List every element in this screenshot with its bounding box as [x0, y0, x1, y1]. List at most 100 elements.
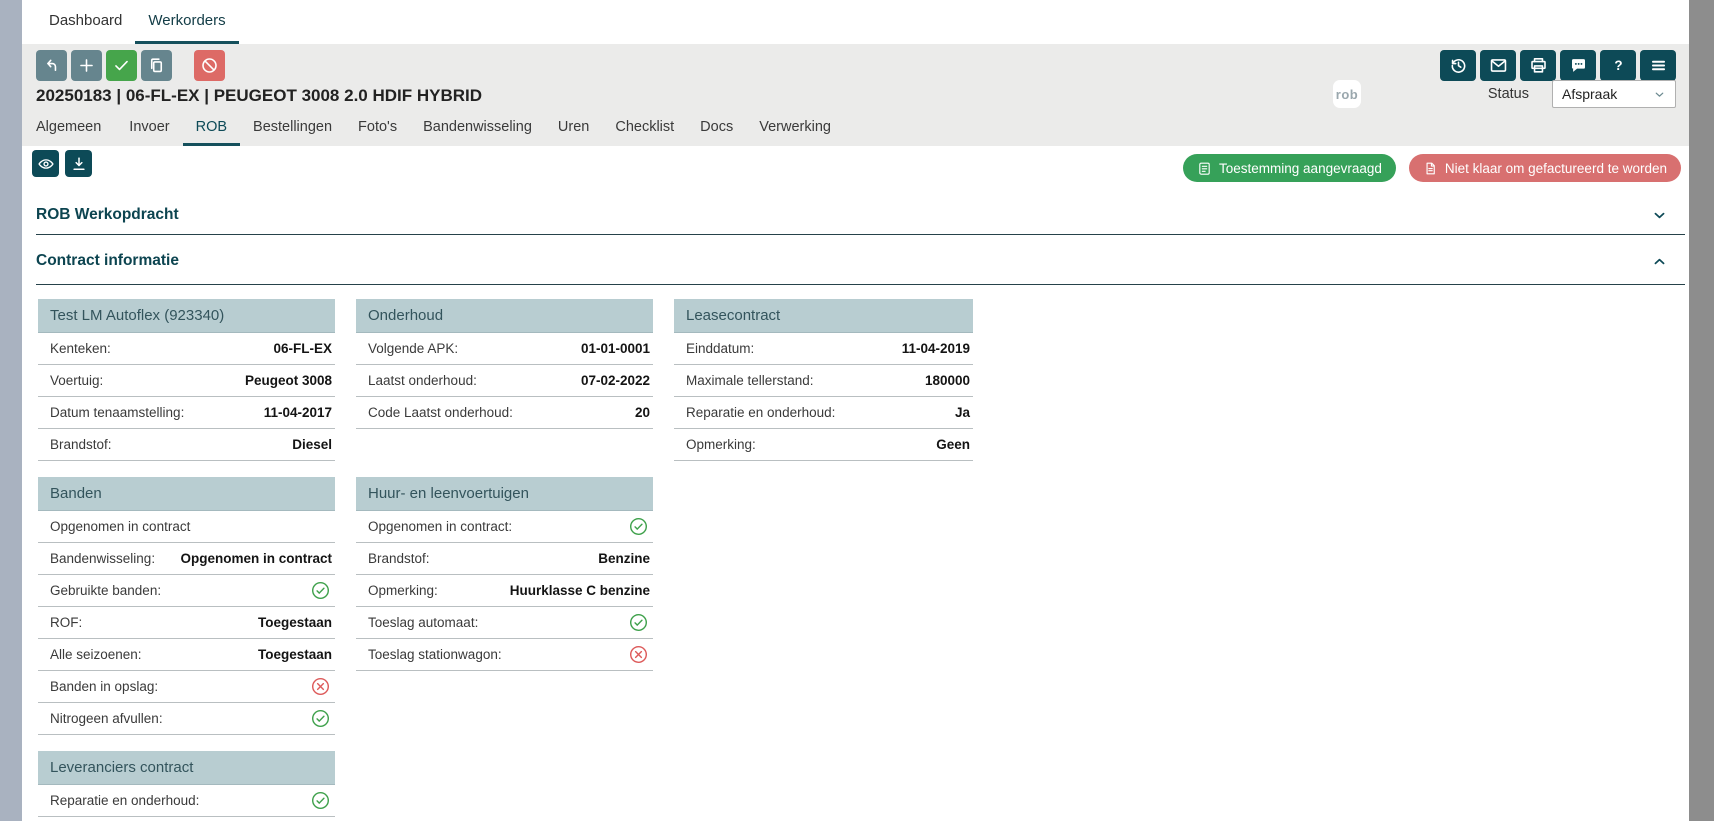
row-label: Volgende APK:	[368, 341, 458, 356]
check-circle-icon	[629, 517, 648, 536]
pill-toestemming-aangevraagd[interactable]: Toestemming aangevraagd	[1183, 154, 1396, 182]
page-title: 20250183 | 06-FL-EX | PEUGEOT 3008 2.0 H…	[36, 86, 482, 106]
cards-grid: Test LM Autoflex (923340) Kenteken: 06-FL-…	[38, 299, 1689, 817]
section-title: Contract informatie	[36, 252, 179, 270]
tab-bandenwisseling[interactable]: Bandenwisseling	[410, 119, 545, 146]
download-icon	[70, 155, 88, 173]
row-value: Geen	[936, 437, 970, 452]
row-label: Banden in opslag:	[50, 679, 158, 694]
add-button[interactable]	[71, 50, 102, 81]
tab-foto-s[interactable]: Foto's	[345, 119, 410, 146]
section-header-contract-informatie[interactable]: Contract informatie	[22, 235, 1689, 284]
card-banden: BandenOpgenomen in contract Bandenwisseli…	[38, 477, 335, 735]
row-value: Huurklasse C benzine	[510, 583, 650, 598]
chevron-down-icon[interactable]	[1652, 208, 1667, 223]
row-label: Bandenwisseling:	[50, 551, 155, 566]
chat-button[interactable]	[1560, 50, 1596, 81]
row-label: Kenteken:	[50, 341, 111, 356]
pill-label: Toestemming aangevraagd	[1219, 161, 1382, 176]
help-button[interactable]: ?	[1600, 50, 1636, 81]
card-title: Leveranciers contract	[38, 751, 335, 785]
cross-circle-icon	[311, 677, 330, 696]
cancel-icon	[200, 56, 219, 75]
eye-button[interactable]	[32, 150, 59, 177]
card-row: Reparatie en onderhoud:Ja	[674, 397, 973, 429]
detail-tabs: AlgemeenInvoerROBBestellingenFoto'sBande…	[36, 119, 844, 146]
main-area: DashboardWerkorders ? 20250183 | 06-FL-E…	[22, 0, 1689, 821]
back-button[interactable]	[36, 50, 67, 81]
row-label: Code Laatst onderhoud:	[368, 405, 513, 420]
row-value: 11-04-2019	[902, 341, 970, 356]
status-select[interactable]: Afspraak	[1552, 80, 1676, 108]
row-value: Benzine	[598, 551, 650, 566]
tab-rob[interactable]: ROB	[183, 119, 240, 146]
print-button[interactable]	[1520, 50, 1556, 81]
icon-buttons	[32, 150, 92, 177]
row-label: Alle seizoenen:	[50, 647, 142, 662]
card-title: Leasecontract	[674, 299, 973, 333]
tab-algemeen[interactable]: Algemeen	[36, 119, 116, 146]
tab-invoer[interactable]: Invoer	[116, 119, 182, 146]
print-icon	[1529, 56, 1548, 75]
history-icon	[1449, 56, 1468, 75]
card-leasecontract: LeasecontractEinddatum:11-04-2019Maximal…	[674, 299, 973, 461]
document-icon	[1423, 161, 1438, 176]
chat-icon	[1569, 56, 1588, 75]
menu-button[interactable]	[1640, 50, 1676, 81]
card-row: Alle seizoenen:Toegestaan	[38, 639, 335, 671]
card-row: Volgende APK:01-01-0001	[356, 333, 653, 365]
confirm-button[interactable]	[106, 50, 137, 81]
row-value: 06-FL-EX	[273, 341, 332, 356]
download-button[interactable]	[65, 150, 92, 177]
tab-uren[interactable]: Uren	[545, 119, 602, 146]
cancel-button[interactable]	[194, 50, 225, 81]
chevron-up-icon[interactable]	[1652, 254, 1667, 269]
tab-docs[interactable]: Docs	[687, 119, 746, 146]
tab-checklist[interactable]: Checklist	[602, 119, 687, 146]
tab-bestellingen[interactable]: Bestellingen	[240, 119, 345, 146]
copy-icon	[147, 56, 166, 75]
card-row: Brandstof: Diesel	[38, 429, 335, 461]
back-icon	[42, 56, 61, 75]
row-label: Datum tenaamstelling:	[50, 405, 184, 420]
pill-niet-klaar-om-gefactureerd-te-worden[interactable]: Niet klaar om gefactureerd te worden	[1409, 154, 1681, 182]
status-label: Status	[1488, 86, 1529, 102]
card-huur-en-leenvoertuigen: Huur- en leenvoertuigenOpgenomen in cont…	[356, 477, 653, 671]
row-label: Reparatie en onderhoud:	[686, 405, 835, 420]
card-row: Opgenomen in contract	[38, 511, 335, 543]
card-row: Toeslag stationwagon:	[356, 639, 653, 671]
card-row: Toeslag automaat:	[356, 607, 653, 639]
app-window: DashboardWerkorders ? 20250183 | 06-FL-E…	[0, 0, 1714, 821]
row-label: Brandstof:	[50, 437, 112, 452]
mail-button[interactable]	[1480, 50, 1516, 81]
card-title: Banden	[38, 477, 335, 511]
history-button[interactable]	[1440, 50, 1476, 81]
row-value: 11-04-2017	[264, 405, 332, 420]
row-label: Reparatie en onderhoud:	[50, 793, 199, 808]
card-row: Banden in opslag:	[38, 671, 335, 703]
row-value: Peugeot 3008	[245, 373, 332, 388]
menu-icon	[1649, 56, 1668, 75]
check-circle-icon	[311, 709, 330, 728]
card-test-lm-autoflex-923340: Test LM Autoflex (923340) Kenteken: 06-FL-…	[38, 299, 335, 461]
row-value: Diesel	[292, 437, 332, 452]
card-row: Maximale tellerstand:180000	[674, 365, 973, 397]
row-label: Opmerking:	[686, 437, 756, 452]
card-row: ROF:Toegestaan	[38, 607, 335, 639]
help-icon: ?	[1609, 56, 1628, 75]
left-edge-strip	[0, 0, 22, 821]
top-tabs: DashboardWerkorders	[36, 0, 239, 44]
top-tab-dashboard[interactable]: Dashboard	[36, 0, 135, 44]
actions-row: Toestemming aangevraagd Niet klaar om gef…	[22, 146, 1689, 190]
card-title: Test LM Autoflex (923340)	[38, 299, 335, 333]
svg-text:?: ?	[1614, 58, 1622, 73]
confirm-icon	[112, 56, 131, 75]
row-label: Laatst onderhoud:	[368, 373, 477, 388]
top-tab-werkorders[interactable]: Werkorders	[135, 0, 238, 44]
toolbar-left	[36, 50, 225, 81]
row-label: Opmerking:	[368, 583, 438, 598]
copy-button[interactable]	[141, 50, 172, 81]
section-header-rob-werkopdracht[interactable]: ROB Werkopdracht	[22, 190, 1689, 234]
card-row: Opmerking: Huurklasse C benzine	[356, 575, 653, 607]
tab-verwerking[interactable]: Verwerking	[746, 119, 844, 146]
